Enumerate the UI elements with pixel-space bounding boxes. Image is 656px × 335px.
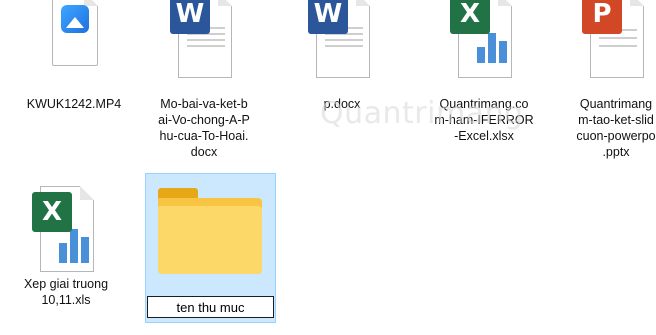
file-name: p.docx	[323, 97, 361, 111]
folder-icon	[158, 188, 262, 276]
file-item-excel[interactable]: X Xep giai truong 10,11.xls	[6, 186, 126, 308]
file-item-video[interactable]: KWUK1242.MP4	[14, 0, 134, 112]
video-file-icon	[34, 0, 114, 90]
file-item-word[interactable]: W Mo-bai-va-ket-b ai-Vo-chong-A-P hu-cua…	[144, 0, 264, 160]
file-item-powerpoint[interactable]: P Quantrimang m-tao-ket-slid cuon-powerp…	[556, 0, 656, 160]
file-name: KWUK1242.MP4	[26, 97, 122, 111]
folder-rename-input[interactable]	[147, 296, 274, 318]
file-name: Quantrimang.co m-ham-IFERROR -Excel.xlsx	[434, 97, 534, 143]
word-document-icon: W	[302, 0, 382, 90]
file-name: Xep giai truong 10,11.xls	[23, 277, 109, 307]
file-item-word[interactable]: W p.docx	[282, 0, 402, 112]
powerpoint-presentation-icon: P	[576, 0, 656, 90]
file-item-excel[interactable]: X Quantrimang.co m-ham-IFERROR -Excel.xl…	[424, 0, 544, 144]
file-name: Quantrimang m-tao-ket-slid cuon-powerpo …	[576, 97, 656, 159]
excel-spreadsheet-icon: X	[444, 0, 524, 90]
excel-spreadsheet-icon: X	[26, 186, 106, 272]
word-document-icon: W	[164, 0, 244, 90]
file-name: Mo-bai-va-ket-b ai-Vo-chong-A-P hu-cua-T…	[158, 97, 250, 159]
